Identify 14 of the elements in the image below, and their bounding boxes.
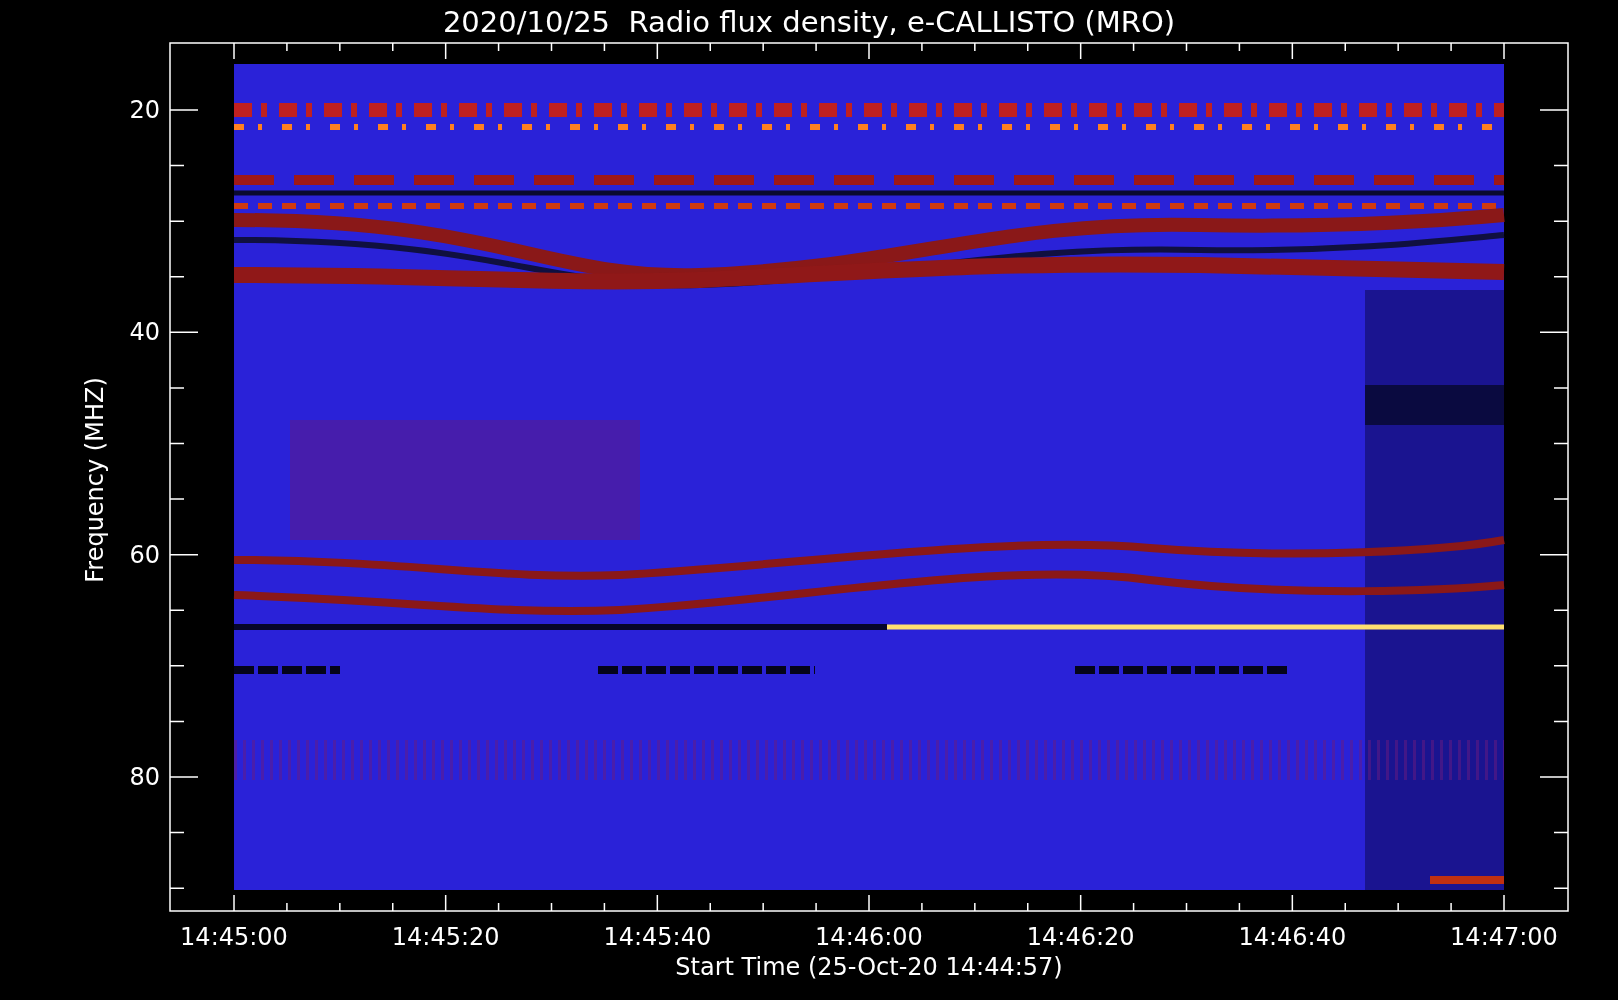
- axis-tick-label: 14:45:40: [603, 923, 712, 951]
- axis-tick-label: 80: [129, 763, 160, 791]
- chart-title: 2020/10/25 Radio flux density, e-CALLISTO (MRO): [442, 5, 1176, 39]
- axis-tick-label: 14:45:20: [391, 923, 500, 951]
- axis-tick-label: 60: [129, 540, 160, 569]
- axis-tick-label: 20: [129, 96, 160, 124]
- axis-label: Frequency (MHZ): [81, 377, 109, 583]
- axis-label: Start Time (25-Oct-20 14:44:57): [675, 953, 1063, 981]
- axis-tick-label: 14:46:00: [815, 923, 923, 951]
- axis-tick-label: 14:47:00: [1450, 923, 1558, 951]
- axis-tick-label: 40: [129, 318, 160, 347]
- axis-tick-label: 14:46:40: [1238, 923, 1347, 951]
- axis-tick-label: 14:46:20: [1026, 923, 1135, 951]
- axis-tick-label: 14:45:00: [180, 923, 288, 951]
